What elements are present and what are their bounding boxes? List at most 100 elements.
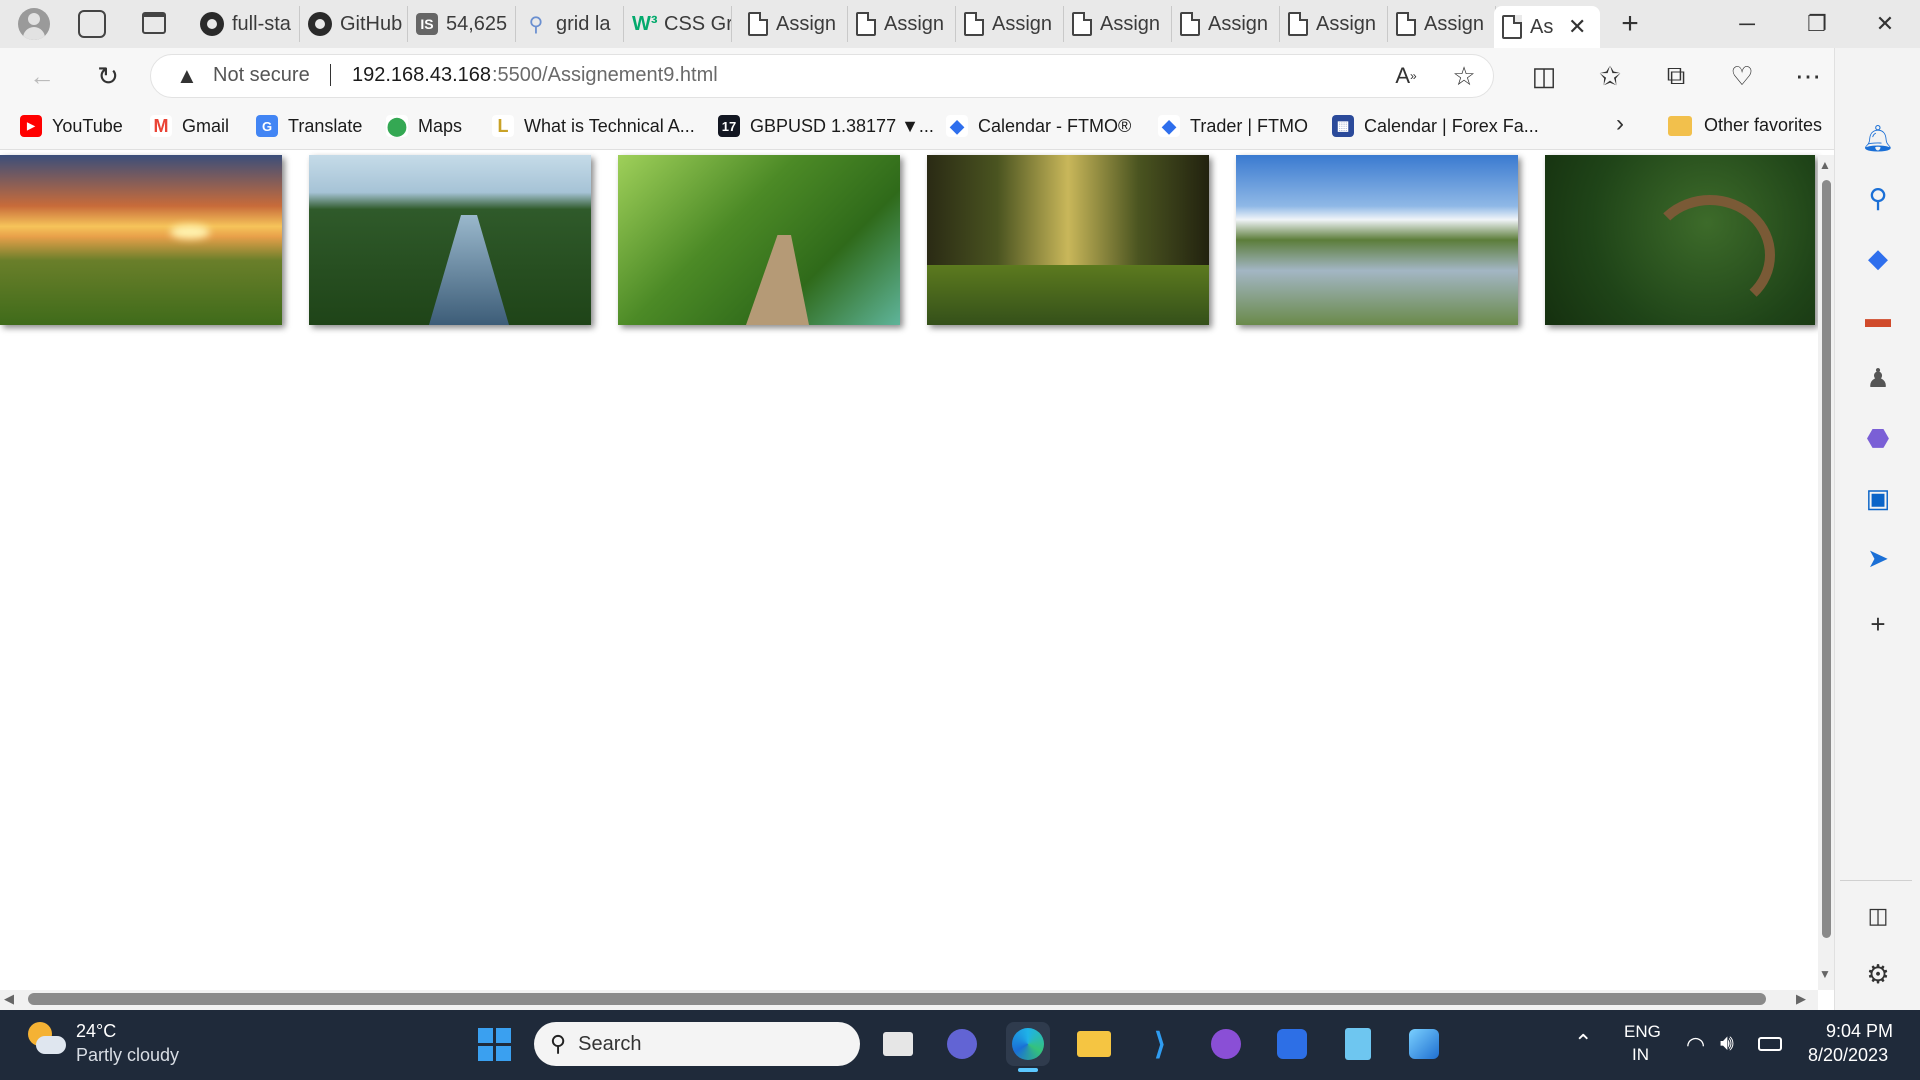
battery-icon[interactable] (1758, 1037, 1782, 1051)
weather-temperature[interactable]: 24°C (76, 1021, 116, 1042)
favorite-translate[interactable]: G Translate (256, 112, 362, 140)
chevron-right-icon[interactable]: › (1616, 110, 1624, 138)
favorite-gmail[interactable]: M Gmail (150, 112, 229, 140)
tab[interactable]: GitHub (300, 6, 408, 42)
wifi-icon[interactable]: ◠ (1686, 1032, 1705, 1058)
browser-essentials-icon[interactable]: ♡ (1722, 56, 1762, 96)
clock-date[interactable]: 8/20/2023 (1808, 1045, 1888, 1066)
file-icon (1288, 12, 1308, 36)
gallery-image-boardwalk-path (618, 155, 900, 325)
tab[interactable]: Assign (848, 6, 956, 42)
new-tab-icon[interactable]: + (1612, 6, 1648, 42)
window-close-icon[interactable]: ✕ (1852, 0, 1918, 48)
technical-analysis-icon: L (492, 115, 514, 137)
search-icon[interactable]: ⚲ (1858, 178, 1898, 218)
favorites-icon[interactable]: ✩ (1590, 56, 1630, 96)
games-icon[interactable]: ♟ (1858, 358, 1898, 398)
tab-active[interactable]: As ✕ (1494, 6, 1600, 48)
tab[interactable]: Assign (1172, 6, 1280, 42)
collections-icon[interactable]: ⧉ (1656, 56, 1696, 96)
maximize-icon[interactable]: ❐ (1784, 0, 1850, 48)
favorite-technical-analysis[interactable]: L What is Technical A... (492, 112, 695, 140)
horizontal-scroll-thumb[interactable] (28, 993, 1766, 1005)
url-host[interactable]: 192.168.43.168 (352, 64, 491, 87)
teams-chat-icon[interactable] (940, 1022, 984, 1066)
chevron-up-icon[interactable]: ⌃ (1574, 1030, 1592, 1056)
task-view-icon[interactable] (876, 1022, 920, 1066)
translate-icon: G (256, 115, 278, 137)
is-icon: IS (416, 13, 438, 35)
volume-icon[interactable]: 🔊︎ (1720, 1030, 1734, 1056)
tab[interactable]: Assign (740, 6, 848, 42)
scroll-right-arrow-icon[interactable]: ▶ (1796, 991, 1806, 1007)
file-explorer-icon[interactable] (1072, 1022, 1116, 1066)
security-label[interactable]: Not secure (213, 64, 310, 87)
add-icon[interactable]: + (1858, 604, 1898, 644)
scroll-up-arrow-icon[interactable]: ▲ (1819, 158, 1831, 172)
drop-icon[interactable]: ➤ (1858, 538, 1898, 578)
settings-gear-icon[interactable]: ⚙ (1858, 954, 1898, 994)
favorite-forex-calendar[interactable]: ▦ Calendar | Forex Fa... (1332, 112, 1539, 140)
tab[interactable]: Assign (956, 6, 1064, 42)
split-screen-icon[interactable]: ◫ (1524, 56, 1564, 96)
scroll-down-arrow-icon[interactable]: ▼ (1819, 967, 1831, 981)
back-icon[interactable]: ← (22, 56, 62, 96)
weather-icon[interactable] (24, 1020, 66, 1062)
profile-avatar[interactable] (18, 8, 50, 40)
favorite-star-icon[interactable]: ☆ (1444, 56, 1484, 96)
favorite-youtube[interactable]: ▶ YouTube (20, 112, 123, 140)
scroll-left-arrow-icon[interactable]: ◀ (4, 991, 14, 1007)
address-divider (330, 64, 331, 86)
file-icon (1396, 12, 1416, 36)
tools-icon[interactable]: ▬ (1858, 298, 1898, 338)
weather-description[interactable]: Partly cloudy (76, 1045, 179, 1066)
tab-actions-icon[interactable] (142, 12, 166, 34)
favorite-maps[interactable]: ⬤ Maps (386, 112, 462, 140)
taskbar-search[interactable]: ⚲ Search (534, 1022, 860, 1066)
w3-icon: W³ (632, 12, 658, 35)
tab[interactable]: full-sta (192, 6, 300, 42)
region-indicator[interactable]: IN (1632, 1045, 1649, 1065)
bell-icon[interactable]: 🔔︎ (1858, 118, 1898, 158)
refresh-icon[interactable]: ↻ (88, 56, 128, 96)
file-icon (1072, 12, 1092, 36)
minimize-icon[interactable]: ─ (1714, 0, 1780, 48)
workspaces-icon[interactable] (78, 10, 106, 38)
file-icon (964, 12, 984, 36)
photos-icon[interactable] (1402, 1022, 1446, 1066)
search-icon: ⚲ (528, 13, 544, 36)
active-app-indicator (1018, 1068, 1038, 1072)
tab[interactable]: Assign (1064, 6, 1172, 42)
edge-browser-icon[interactable] (1006, 1022, 1050, 1066)
shopping-tag-icon[interactable]: ◆ (1858, 238, 1898, 278)
tab[interactable]: W³ CSS Gr (624, 6, 732, 42)
language-indicator[interactable]: ENG (1624, 1022, 1661, 1042)
search-icon: ⚲ (550, 1031, 567, 1056)
hide-sidebar-icon[interactable]: ◫ (1858, 896, 1898, 936)
close-icon[interactable]: ✕ (1568, 14, 1586, 40)
favorite-ftmo-trader[interactable]: ◆ Trader | FTMO (1158, 112, 1308, 140)
warning-icon: ▲ (176, 63, 198, 88)
office-icon[interactable]: ⬣ (1858, 418, 1898, 458)
github-desktop-icon[interactable] (1204, 1022, 1248, 1066)
whiteboard-icon[interactable] (1270, 1022, 1314, 1066)
clock-time[interactable]: 9:04 PM (1826, 1021, 1893, 1042)
read-aloud-icon[interactable]: A» (1386, 56, 1426, 96)
gallery-image-pine-forest (927, 155, 1209, 325)
tab[interactable]: Assign (1280, 6, 1388, 42)
outlook-icon[interactable]: ▣ (1858, 478, 1898, 518)
favorite-ftmo-calendar[interactable]: ◆ Calendar - FTMO® (946, 112, 1131, 140)
windows-start-icon[interactable] (472, 1022, 516, 1066)
other-favorites[interactable]: Other favorites (1704, 115, 1822, 136)
tab[interactable]: Assign (1388, 6, 1496, 42)
tab[interactable]: IS 54,625 (408, 6, 516, 42)
vertical-scroll-thumb[interactable] (1822, 180, 1831, 938)
vscode-icon[interactable]: ⟩ (1138, 1022, 1182, 1066)
tab[interactable]: ⚲ grid la (516, 6, 624, 42)
gmail-icon: M (150, 115, 172, 137)
favorite-gbpusd[interactable]: 17 GBPUSD 1.38177 ▼... (718, 112, 934, 140)
url-path[interactable]: :5500/Assignement9.html (492, 64, 718, 87)
github-icon (308, 12, 332, 36)
more-menu-icon[interactable]: ⋯ (1788, 56, 1828, 96)
notepad-icon[interactable] (1336, 1022, 1380, 1066)
